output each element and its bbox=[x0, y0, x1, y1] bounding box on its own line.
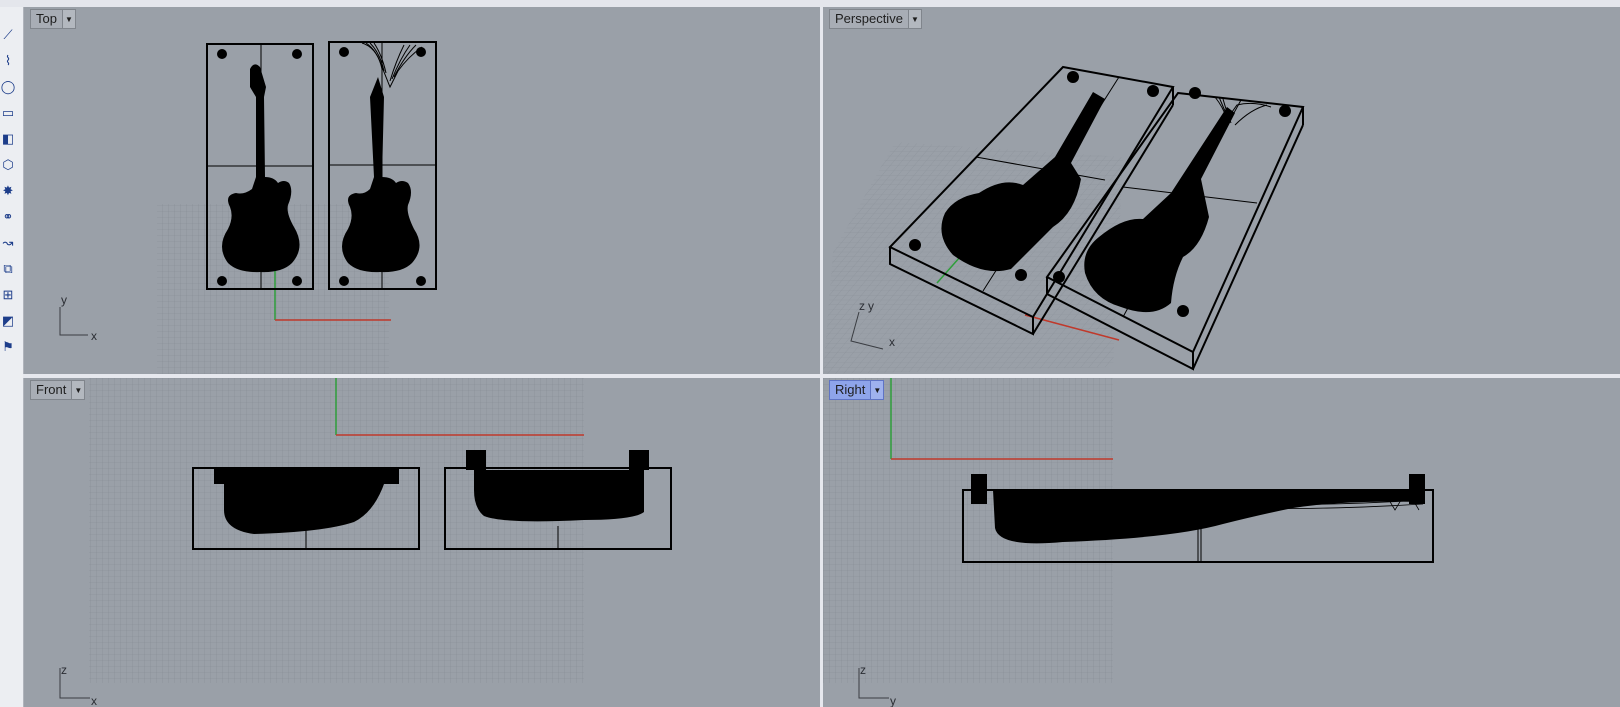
guitar-silhouette-right bbox=[342, 77, 420, 273]
axis-y-label: y bbox=[890, 694, 896, 707]
boolean-tool-icon[interactable]: ⚭ bbox=[0, 207, 16, 225]
axis-x-label: x bbox=[889, 335, 895, 349]
perspective-viewport-scene[interactable] bbox=[823, 7, 1620, 374]
front-viewport[interactable]: z x Front ▼ bbox=[24, 378, 820, 707]
viewport-name[interactable]: Perspective bbox=[830, 10, 908, 28]
viewport-splitter-horizontal[interactable] bbox=[23, 374, 1620, 378]
left-toolbar: ⟋ ⌇ ◯ ▭ ◧ ⬡ ✸ ⚭ ↝ ⧉ ⊞ ◩ ⚑ bbox=[0, 7, 24, 707]
right-viewport[interactable]: z y Right ▼ bbox=[823, 378, 1620, 707]
viewport-name[interactable]: Front bbox=[31, 381, 71, 399]
viewport-name[interactable]: Top bbox=[31, 10, 62, 28]
surface-tool-icon[interactable]: ◧ bbox=[0, 129, 16, 147]
rectangle-tool-icon[interactable]: ▭ bbox=[0, 103, 16, 121]
dimension-tool-icon[interactable]: ⊞ bbox=[0, 285, 16, 303]
polyline-tool-icon[interactable]: ⌇ bbox=[0, 51, 16, 69]
chevron-down-icon[interactable]: ▼ bbox=[71, 381, 85, 399]
viewport-title-perspective[interactable]: Perspective ▼ bbox=[829, 9, 922, 29]
chevron-down-icon[interactable]: ▼ bbox=[907, 10, 921, 28]
analyze-tool-icon[interactable]: ◩ bbox=[0, 311, 16, 329]
axis-glyph bbox=[59, 307, 88, 336]
right-viewport-scene[interactable] bbox=[823, 378, 1620, 707]
axis-y-label: y bbox=[61, 293, 67, 307]
viewport-name[interactable]: Right bbox=[830, 381, 870, 399]
viewport-splitter-vertical[interactable] bbox=[820, 7, 823, 707]
axis-z-label: z bbox=[859, 299, 865, 313]
front-viewport-scene[interactable] bbox=[24, 378, 820, 707]
axis-z-label: z bbox=[860, 663, 866, 677]
guitar-silhouette-left bbox=[222, 64, 300, 273]
viewport-title-front[interactable]: Front ▼ bbox=[30, 380, 86, 400]
explode-tool-icon[interactable]: ✸ bbox=[0, 181, 16, 199]
curve-edit-tool-icon[interactable]: ↝ bbox=[0, 233, 16, 251]
transform-tool-icon[interactable]: ⧉ bbox=[0, 259, 16, 277]
axis-y-label: y bbox=[868, 299, 874, 313]
axis-x-label: x bbox=[91, 694, 97, 707]
viewport-title-right[interactable]: Right ▼ bbox=[829, 380, 885, 400]
chevron-down-icon[interactable]: ▼ bbox=[870, 381, 884, 399]
top-viewport-scene[interactable] bbox=[24, 7, 820, 374]
axis-z-label: z bbox=[61, 663, 67, 677]
perspective-viewport[interactable]: z y x Perspective ▼ bbox=[823, 7, 1620, 374]
top-viewport[interactable]: y x Top ▼ bbox=[24, 7, 820, 374]
render-tool-icon[interactable]: ⚑ bbox=[0, 337, 16, 355]
circle-tool-icon[interactable]: ◯ bbox=[0, 77, 16, 95]
viewport-title-top[interactable]: Top ▼ bbox=[30, 9, 76, 29]
headstock-wireframe bbox=[361, 42, 423, 89]
line-tool-icon[interactable]: ⟋ bbox=[0, 25, 16, 43]
chevron-down-icon[interactable]: ▼ bbox=[61, 10, 75, 28]
solid-tool-icon[interactable]: ⬡ bbox=[0, 155, 16, 173]
axis-x-label: x bbox=[91, 329, 97, 343]
